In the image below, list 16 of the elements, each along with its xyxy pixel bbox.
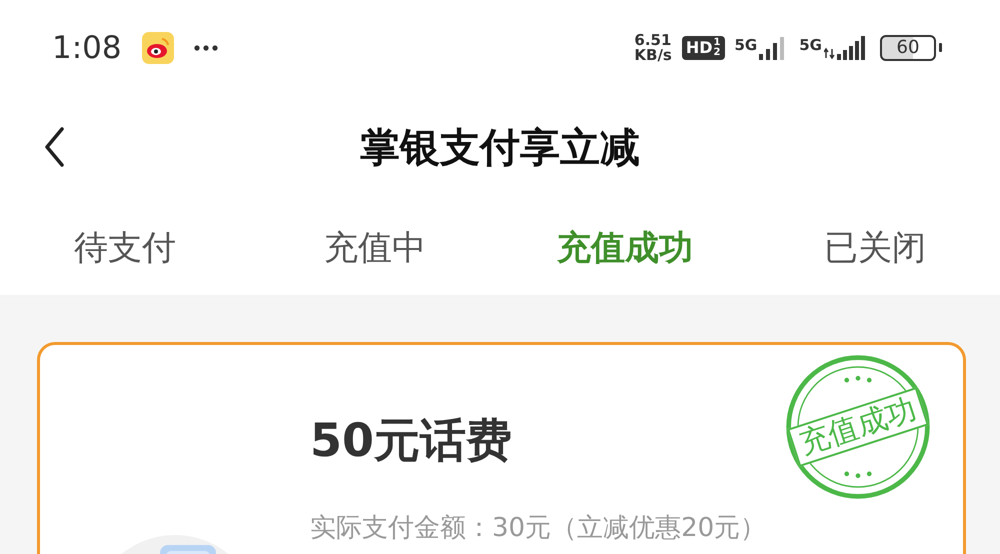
status-tab[interactable]: 充值成功 — [557, 220, 693, 274]
status-tab[interactable]: 充值中 — [324, 220, 426, 274]
status-tab[interactable]: 待支付 — [74, 220, 176, 274]
battery-indicator: 60 — [880, 34, 942, 60]
network-type: 5G — [799, 36, 822, 54]
network-speed: 6.51 — [634, 32, 672, 48]
status-tab[interactable]: 已关闭 — [824, 220, 926, 274]
payment-detail: 实际支付金额：30元（立减优惠20元） — [310, 512, 766, 545]
page-title: 掌银支付享立减 — [360, 124, 640, 173]
order-title: 50元话费 — [310, 412, 514, 469]
back-icon[interactable] — [44, 127, 64, 167]
network-type: 5G — [734, 36, 758, 54]
network-speed-unit: KB/s — [634, 48, 672, 62]
clock-time: 1:08 — [52, 30, 122, 66]
more-dots-icon — [194, 44, 218, 50]
weibo-app-icon — [142, 32, 174, 64]
